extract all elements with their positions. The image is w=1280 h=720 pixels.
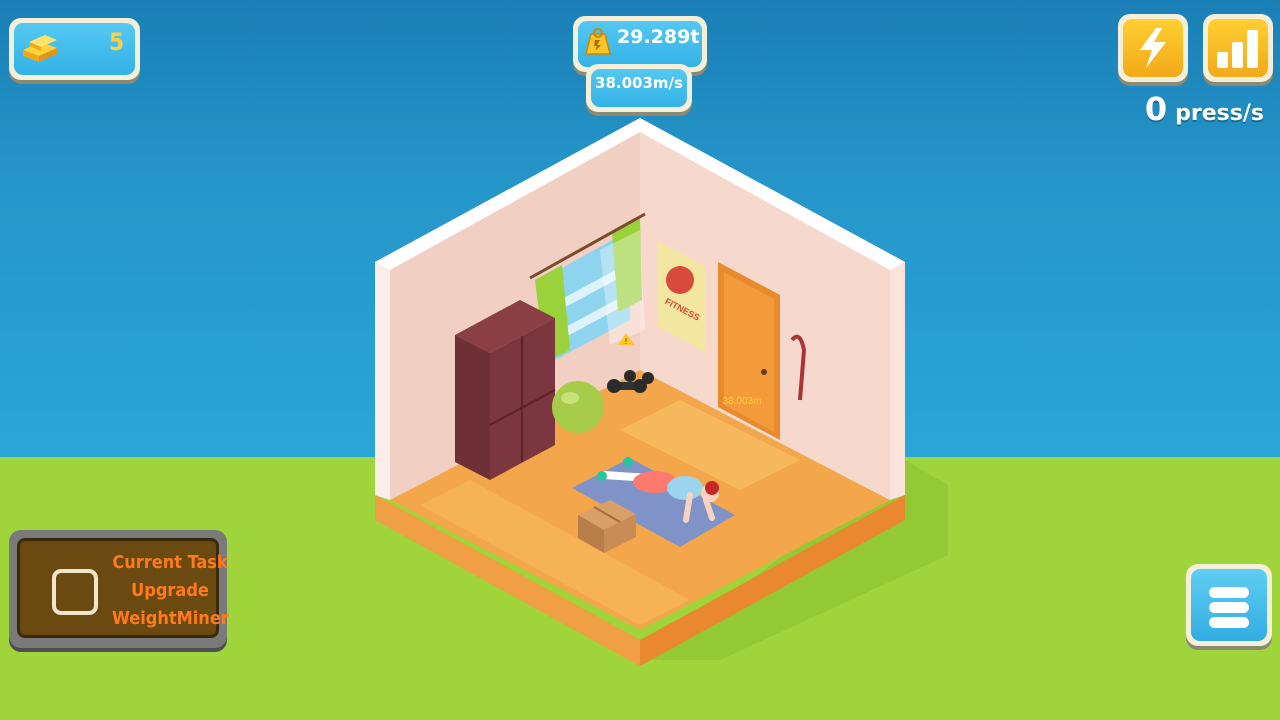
bar-chart-icon <box>1217 30 1258 68</box>
checkbox-icon[interactable] <box>52 569 98 615</box>
task-title: Current Task <box>112 552 228 573</box>
menu-button[interactable] <box>1186 564 1272 646</box>
distance-label: 38.003m <box>723 396 762 407</box>
boost-button[interactable] <box>1118 14 1188 82</box>
task-text: Current Task Upgrade WeightMiner <box>112 549 229 633</box>
speed-value: 38.003m/s <box>595 74 683 92</box>
stats-button[interactable] <box>1203 14 1273 82</box>
task-target: WeightMiner <box>112 608 229 629</box>
left-wall-edge <box>375 262 390 500</box>
total-weight-value: 29.289t <box>617 26 700 48</box>
menu-icon-line <box>1209 602 1249 613</box>
lightning-icon <box>1140 28 1166 68</box>
menu-icon-line <box>1209 617 1249 628</box>
press-rate-unit: press/s <box>1175 101 1264 126</box>
door-knob <box>761 369 767 375</box>
gold-count: 5 <box>108 28 124 56</box>
door-panel <box>724 272 774 432</box>
speed-display: 38.003m/s <box>586 64 692 112</box>
task-board-bg: Current Task Upgrade WeightMiner <box>17 538 229 638</box>
press-rate-value: 0 <box>1144 90 1168 128</box>
gold-counter[interactable]: 5 <box>9 18 140 80</box>
press-rate: 0 press/s <box>1145 90 1264 128</box>
weight-icon <box>585 28 611 55</box>
svg-text:!: ! <box>624 337 627 346</box>
exercise-ball[interactable] <box>552 381 604 433</box>
menu-button-bg <box>1191 569 1267 641</box>
current-task-board[interactable]: Current Task Upgrade WeightMiner <box>9 530 229 648</box>
gold-bars-icon <box>23 35 57 62</box>
task-action: Upgrade <box>131 580 209 601</box>
poster-graphic <box>666 266 694 294</box>
menu-icon-line <box>1209 587 1249 598</box>
wardrobe-side <box>455 335 490 480</box>
exercise-ball-shine <box>561 392 579 404</box>
